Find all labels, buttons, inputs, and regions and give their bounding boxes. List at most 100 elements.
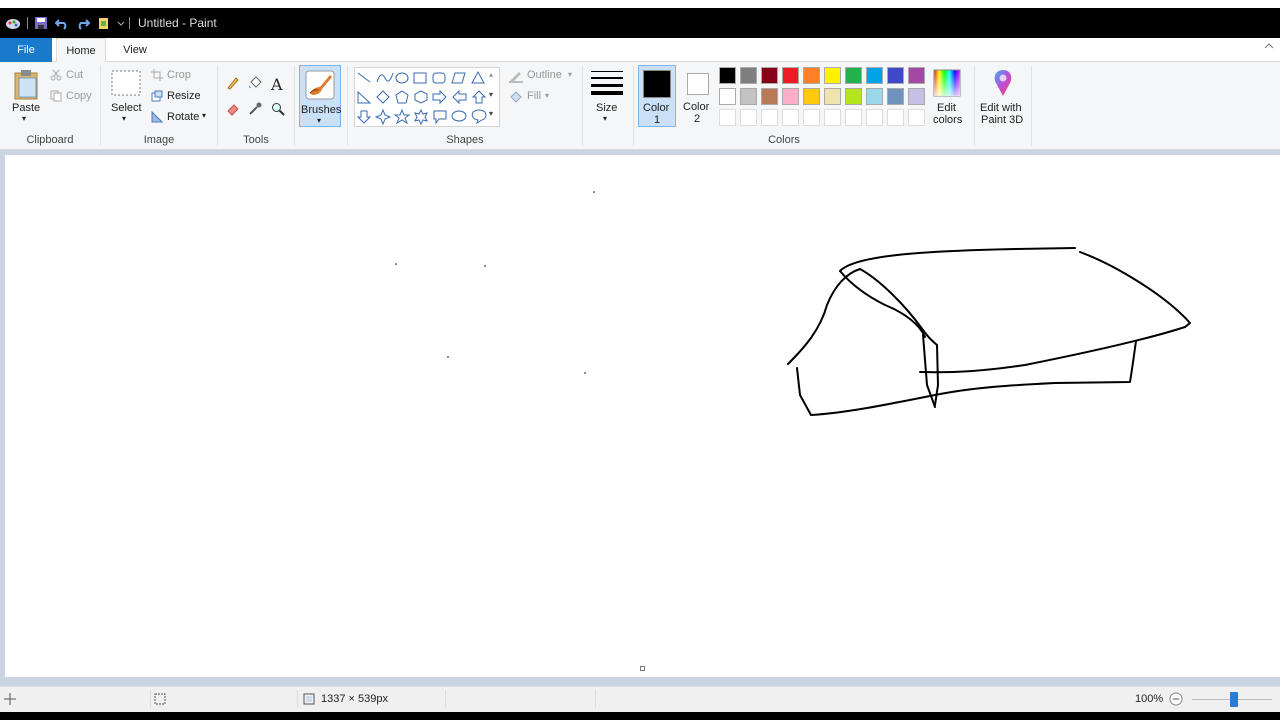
cut-icon[interactable] — [50, 69, 62, 84]
palette-custom-slot[interactable] — [761, 109, 778, 126]
crop-button[interactable]: Crop — [167, 69, 191, 81]
eraser-icon[interactable] — [226, 102, 240, 119]
palette-swatch[interactable] — [761, 88, 778, 105]
zoom-slider-thumb[interactable] — [1230, 692, 1238, 707]
palette-swatch[interactable] — [782, 88, 799, 105]
outline-button[interactable]: Outline — [527, 69, 562, 81]
ribbon-collapse-icon[interactable] — [1264, 42, 1274, 53]
shapes-group: ▴ ▾ ▾ Outline ▾ Fill ▾ Shapes — [348, 62, 582, 150]
palette-swatch[interactable] — [866, 67, 883, 84]
paste-button[interactable]: Paste — [12, 102, 40, 114]
rotate-button[interactable]: Rotate — [167, 111, 199, 123]
title-bar: Untitled - Paint — [0, 8, 1280, 38]
brushes-button[interactable]: Brushes ▾ — [299, 65, 341, 127]
fill-button[interactable]: Fill — [527, 90, 541, 102]
paste-dropdown-icon[interactable]: ▾ — [22, 114, 26, 123]
palette-swatch[interactable] — [782, 67, 799, 84]
palette-swatch[interactable] — [845, 88, 862, 105]
group-divider — [1031, 66, 1032, 146]
palette-custom-slot[interactable] — [908, 109, 925, 126]
tab-home[interactable]: Home — [56, 38, 106, 63]
shapes-gallery-icons[interactable] — [355, 68, 501, 128]
palette-swatch[interactable] — [803, 88, 820, 105]
edit-colors-icon[interactable] — [932, 68, 962, 101]
shapes-group-label: Shapes — [446, 134, 484, 146]
paint-app-icon[interactable] — [5, 15, 21, 31]
paint3d-line2[interactable]: Paint 3D — [981, 114, 1023, 126]
new-file-icon[interactable] — [96, 15, 112, 31]
ribbon-tabs: File Home View — [0, 38, 1280, 63]
drawing-canvas[interactable] — [5, 155, 1280, 677]
crop-icon[interactable] — [151, 69, 163, 84]
select-icon[interactable] — [111, 70, 141, 99]
palette-swatch[interactable] — [908, 67, 925, 84]
palette-custom-slot[interactable] — [782, 109, 799, 126]
shapes-scroll-up-icon[interactable]: ▴ — [489, 70, 493, 79]
canvas-resize-handle[interactable] — [640, 666, 645, 671]
palette-custom-slot[interactable] — [824, 109, 841, 126]
outline-icon[interactable] — [508, 69, 524, 86]
resize-button[interactable]: Resize — [167, 90, 201, 102]
magnifier-icon[interactable] — [271, 102, 285, 119]
select-dropdown-icon[interactable]: ▾ — [122, 114, 126, 123]
zoom-out-icon[interactable] — [1169, 692, 1183, 709]
copy-icon[interactable] — [50, 90, 62, 105]
palette-swatch[interactable] — [908, 88, 925, 105]
fill-icon[interactable] — [508, 90, 524, 107]
palette-swatch[interactable] — [761, 67, 778, 84]
color1-swatch — [643, 70, 671, 98]
color1-label: Color — [643, 102, 670, 114]
color-picker-icon[interactable] — [248, 102, 262, 119]
text-tool-icon[interactable]: A — [271, 75, 283, 94]
shapes-scroll-down-icon[interactable]: ▾ — [489, 90, 493, 99]
palette-custom-slot[interactable] — [845, 109, 862, 126]
palette-custom-slot[interactable] — [719, 109, 736, 126]
select-button[interactable]: Select — [111, 102, 142, 114]
brushes-label: Brushes — [301, 104, 342, 116]
palette-swatch[interactable] — [740, 67, 757, 84]
tab-file[interactable]: File — [0, 38, 52, 62]
palette-custom-slot[interactable] — [866, 109, 883, 126]
color2-button[interactable]: Color 2 — [682, 65, 720, 127]
shapes-more-icon[interactable]: ▾ — [489, 109, 493, 118]
redo-icon[interactable] — [75, 15, 91, 31]
paint-3d-icon[interactable] — [990, 68, 1016, 101]
palette-swatch[interactable] — [740, 88, 757, 105]
palette-swatch[interactable] — [887, 88, 904, 105]
palette-swatch[interactable] — [719, 88, 736, 105]
paste-icon[interactable] — [12, 68, 40, 103]
outline-dropdown-icon[interactable]: ▾ — [568, 70, 572, 79]
resize-icon[interactable] — [151, 90, 163, 105]
palette-swatch[interactable] — [824, 88, 841, 105]
palette-swatch[interactable] — [824, 67, 841, 84]
size-button[interactable]: Size — [596, 102, 617, 114]
status-divider — [445, 690, 446, 708]
palette-swatch[interactable] — [803, 67, 820, 84]
rotate-icon[interactable] — [151, 110, 164, 126]
color2-number: 2 — [694, 113, 701, 125]
save-icon[interactable] — [33, 15, 49, 31]
size-icon[interactable] — [591, 70, 623, 99]
edit-colors-line1[interactable]: Edit — [937, 102, 956, 114]
bottom-border — [0, 712, 1280, 720]
qat-dropdown-icon[interactable] — [117, 15, 125, 31]
undo-icon[interactable] — [54, 15, 70, 31]
paint3d-line1[interactable]: Edit with — [980, 102, 1022, 114]
edit-colors-line2[interactable]: colors — [933, 114, 962, 126]
fill-dropdown-icon[interactable]: ▾ — [545, 91, 549, 100]
palette-custom-slot[interactable] — [803, 109, 820, 126]
size-dropdown-icon[interactable]: ▾ — [603, 114, 607, 123]
pencil-icon[interactable] — [226, 76, 240, 93]
copy-button[interactable]: Copy — [66, 90, 92, 102]
rotate-dropdown-icon[interactable]: ▾ — [202, 111, 206, 120]
palette-swatch[interactable] — [866, 88, 883, 105]
fill-bucket-icon[interactable] — [248, 76, 262, 93]
color1-button[interactable]: Color 1 — [638, 65, 676, 127]
palette-swatch[interactable] — [887, 67, 904, 84]
palette-swatch[interactable] — [719, 67, 736, 84]
palette-custom-slot[interactable] — [740, 109, 757, 126]
cut-button[interactable]: Cut — [66, 69, 83, 81]
tab-view[interactable]: View — [112, 38, 158, 62]
palette-swatch[interactable] — [845, 67, 862, 84]
palette-custom-slot[interactable] — [887, 109, 904, 126]
